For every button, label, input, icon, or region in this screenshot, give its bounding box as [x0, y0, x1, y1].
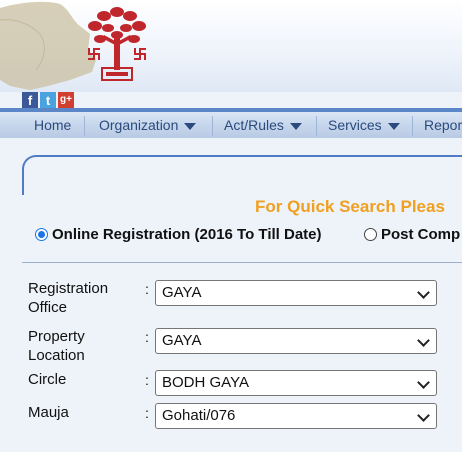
social-links: f t g+: [22, 92, 74, 108]
nav-divider: [84, 116, 85, 136]
nav-reports[interactable]: Repor: [424, 117, 462, 133]
circle-select[interactable]: BODH GAYA: [155, 370, 437, 396]
select-value: BODH GAYA: [162, 374, 249, 391]
bihar-emblem-logo: [88, 7, 146, 81]
radio-button-selected[interactable]: [35, 228, 48, 241]
colon: :: [145, 405, 149, 421]
content-panel-border: [22, 155, 462, 195]
circle-label: Circle: [28, 370, 66, 389]
radio-button[interactable]: [364, 228, 377, 241]
chevron-down-icon: [417, 334, 430, 347]
nav-divider: [316, 116, 317, 136]
mauja-label: Mauja: [28, 403, 69, 422]
nav-act-rules[interactable]: Act/Rules: [224, 117, 302, 133]
label-line: Circle: [28, 371, 67, 388]
radio-online-registration[interactable]: Online Registration (2016 To Till Date): [35, 226, 322, 243]
colon: :: [145, 281, 149, 297]
label-line: Mauja: [28, 404, 69, 421]
label-line: Office: [28, 299, 67, 316]
nav-organization[interactable]: Organization: [99, 117, 197, 133]
chevron-down-icon: [417, 409, 430, 422]
main-nav: Home Organization Act/Rules Services Rep…: [0, 108, 462, 138]
colon: :: [145, 372, 149, 388]
label-line: Registration: [28, 280, 109, 297]
select-value: Gohati/076: [162, 407, 236, 424]
nav-services-label: Services: [328, 117, 382, 133]
section-divider: [22, 262, 462, 263]
radio-post-comp[interactable]: Post Comp: [364, 226, 460, 243]
nav-home-label: Home: [34, 117, 72, 133]
facebook-icon[interactable]: f: [22, 92, 38, 108]
select-value: GAYA: [162, 284, 202, 301]
chevron-down-icon: [387, 122, 400, 130]
nav-reports-label: Repor: [424, 117, 462, 133]
nav-act-rules-label: Act/Rules: [224, 117, 284, 133]
label-line: Property: [28, 328, 85, 345]
property-location-label: Property Location: [28, 327, 85, 365]
twitter-icon[interactable]: t: [40, 92, 56, 108]
chevron-down-icon: [417, 286, 430, 299]
nav-services[interactable]: Services: [328, 117, 400, 133]
select-value: GAYA: [162, 332, 202, 349]
radio-post-comp-label: Post Comp: [381, 226, 461, 243]
label-line: Location: [28, 347, 85, 364]
nav-divider: [212, 116, 213, 136]
radio-online-registration-label: Online Registration (2016 To Till Date): [52, 226, 322, 243]
colon: :: [145, 329, 149, 345]
header-banner: [0, 0, 462, 92]
nav-organization-label: Organization: [99, 117, 179, 133]
quick-search-heading: For Quick Search Pleas: [255, 197, 445, 216]
nav-divider: [412, 116, 413, 136]
mauja-select[interactable]: Gohati/076: [155, 403, 437, 429]
property-location-select[interactable]: GAYA: [155, 328, 437, 354]
nav-home[interactable]: Home: [34, 117, 71, 133]
chevron-down-icon: [184, 122, 197, 130]
chevron-down-icon: [289, 122, 302, 130]
registration-office-label: Registration Office: [28, 279, 108, 317]
registration-office-select[interactable]: GAYA: [155, 280, 437, 306]
chevron-down-icon: [417, 376, 430, 389]
google-plus-icon[interactable]: g+: [58, 92, 74, 108]
